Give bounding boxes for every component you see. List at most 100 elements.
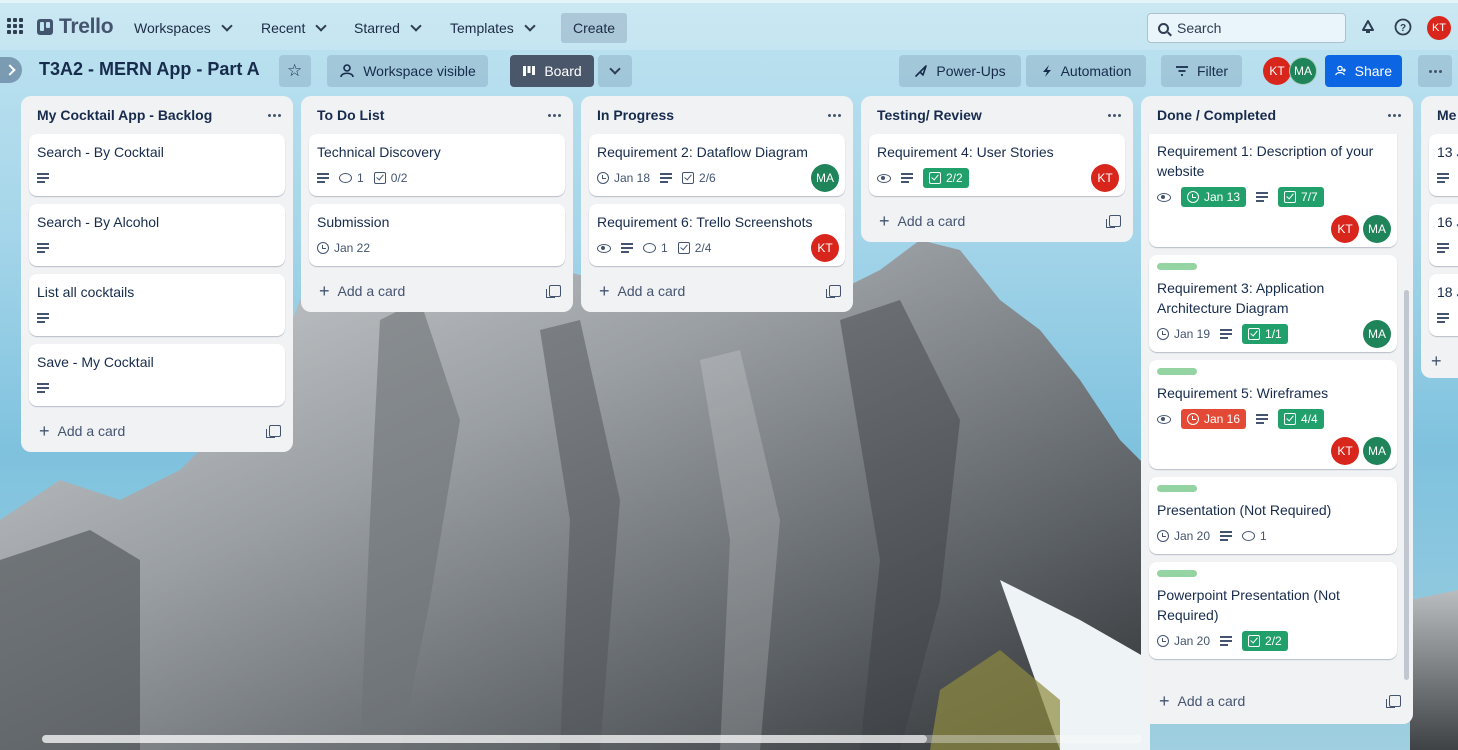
list-menu-icon[interactable] (1388, 113, 1401, 117)
card[interactable]: Requirement 4: User Stories 2/2 KT (869, 134, 1125, 196)
due-date-badge-overdue[interactable]: Jan 16 (1181, 409, 1247, 429)
create-button[interactable]: Create (561, 13, 627, 43)
svg-text:?: ? (1400, 23, 1406, 34)
card-title: Submission (317, 214, 390, 230)
list-menu-icon[interactable] (828, 113, 841, 117)
board-horizontal-scrollbar[interactable] (42, 735, 1142, 743)
power-ups-button[interactable]: Power-Ups (899, 55, 1021, 87)
card[interactable]: Powerpoint Presentation (Not Required) J… (1149, 562, 1397, 659)
list-title[interactable]: Me (1437, 107, 1456, 123)
member-avatar[interactable]: KT (1091, 164, 1119, 192)
card-template-icon[interactable] (1106, 215, 1121, 228)
member-avatar[interactable]: KT (811, 234, 839, 262)
user-avatar[interactable]: KT (1427, 16, 1451, 40)
member-avatar[interactable]: MA (1363, 437, 1391, 465)
board-member-avatar[interactable]: MA (1289, 57, 1317, 85)
card-template-icon[interactable] (1386, 695, 1401, 708)
card[interactable]: Technical Discovery 1 0/2 (309, 134, 565, 196)
due-date-badge[interactable]: Jan 19 (1157, 327, 1210, 341)
list-header[interactable]: Done / Completed (1141, 96, 1413, 134)
sidebar-expand-button[interactable] (0, 57, 22, 83)
card[interactable]: List all cocktails (29, 274, 285, 336)
star-board-button[interactable]: ☆ (279, 55, 311, 87)
list-cards-scroll[interactable]: Requirement 1: Description of your websi… (1141, 134, 1413, 682)
add-card-button[interactable]: + Add a card (1159, 692, 1245, 710)
card[interactable]: Requirement 5: Wireframes Jan 16 4/4 KT M… (1149, 360, 1397, 469)
list-menu-icon[interactable] (268, 113, 281, 117)
card[interactable]: 18 J (1429, 274, 1458, 336)
help-icon[interactable]: ? (1394, 18, 1412, 36)
member-avatar[interactable]: MA (811, 164, 839, 192)
list-title[interactable]: My Cocktail App - Backlog (37, 107, 212, 123)
list-header[interactable]: Testing/ Review (861, 96, 1133, 134)
member-avatar[interactable]: KT (1331, 437, 1359, 465)
plus-icon[interactable]: + (1431, 352, 1442, 370)
card[interactable]: Requirement 3: Application Architecture … (1149, 255, 1397, 352)
scrollbar-thumb[interactable] (42, 735, 927, 743)
checklist-count: 2/2 (1265, 634, 1282, 648)
nav-menu-workspaces[interactable]: Workspaces (130, 14, 235, 42)
nav-menu-starred[interactable]: Starred (350, 14, 424, 42)
list-title[interactable]: To Do List (317, 107, 384, 123)
nav-menu-templates[interactable]: Templates (446, 14, 538, 42)
card[interactable]: Requirement 6: Trello Screenshots 1 2/4 … (589, 204, 845, 266)
description-icon (660, 173, 673, 183)
checklist-badge: 2/4 (677, 241, 711, 255)
list-title[interactable]: Done / Completed (1157, 107, 1276, 123)
notifications-icon[interactable] (1359, 18, 1377, 36)
board-view-button[interactable]: Board (510, 55, 594, 87)
description-icon (37, 313, 49, 323)
app-switcher-icon[interactable] (6, 17, 24, 35)
card[interactable]: Requirement 1: Description of your websi… (1149, 134, 1397, 247)
board-title[interactable]: T3A2 - MERN App - Part A (39, 59, 260, 80)
card[interactable]: Submission Jan 22 (309, 204, 565, 266)
card[interactable]: Requirement 2: Dataflow Diagram Jan 18 2… (589, 134, 845, 196)
member-avatar[interactable]: MA (1363, 320, 1391, 348)
filter-button[interactable]: Filter (1161, 55, 1242, 87)
list-header[interactable]: In Progress (581, 96, 853, 134)
card[interactable]: 16 J (1429, 204, 1458, 266)
list-menu-icon[interactable] (1108, 113, 1121, 117)
list-title[interactable]: In Progress (597, 107, 674, 123)
card-badges (1437, 306, 1458, 330)
add-card-button[interactable]: + Add a card (39, 422, 125, 440)
card-template-icon[interactable] (826, 285, 841, 298)
due-date-badge-complete[interactable]: Jan 13 (1181, 187, 1247, 207)
card[interactable]: Search - By Alcohol (29, 204, 285, 266)
member-avatar[interactable]: KT (1331, 215, 1359, 243)
description-icon (1256, 414, 1269, 424)
trello-logo[interactable]: Trello (37, 15, 114, 39)
list-scrollbar[interactable] (1404, 290, 1409, 680)
list-menu-icon[interactable] (548, 113, 561, 117)
card[interactable]: 13 J (1429, 134, 1458, 196)
visibility-button[interactable]: Workspace visible (327, 55, 488, 87)
automation-button[interactable]: Automation (1026, 55, 1146, 87)
list-title[interactable]: Testing/ Review (877, 107, 982, 123)
add-card-button[interactable]: + Add a card (599, 282, 685, 300)
board-menu-button[interactable] (1418, 55, 1452, 87)
card[interactable]: Save - My Cocktail (29, 344, 285, 406)
list-done: Done / Completed Requirement 1: Descript… (1141, 96, 1413, 724)
card[interactable]: Presentation (Not Required) Jan 20 1 (1149, 477, 1397, 554)
list-header[interactable]: My Cocktail App - Backlog (21, 96, 293, 134)
add-card-button[interactable]: + Add a card (879, 212, 966, 230)
card-members: MA (811, 164, 839, 192)
add-card-label: Add a card (897, 213, 966, 229)
card[interactable]: Search - By Cocktail (29, 134, 285, 196)
due-date-badge[interactable]: Jan 20 (1157, 634, 1210, 648)
nav-menu-recent[interactable]: Recent (257, 14, 329, 42)
search-input[interactable]: Search (1147, 13, 1346, 43)
board-member-avatar[interactable]: KT (1263, 57, 1291, 85)
card-badges: Jan 18 2/6 (597, 166, 837, 190)
view-switcher-button[interactable] (598, 55, 632, 87)
member-avatar[interactable]: MA (1363, 215, 1391, 243)
share-button[interactable]: Share (1325, 55, 1402, 87)
list-header[interactable]: To Do List (301, 96, 573, 134)
card-template-icon[interactable] (546, 285, 561, 298)
card-template-icon[interactable] (266, 425, 281, 438)
add-card-button[interactable]: + Add a card (319, 282, 405, 300)
due-date-badge[interactable]: Jan 22 (317, 241, 370, 255)
due-date-badge[interactable]: Jan 18 (597, 171, 650, 185)
due-date-badge[interactable]: Jan 20 (1157, 529, 1210, 543)
list-header[interactable]: Me (1421, 96, 1458, 134)
